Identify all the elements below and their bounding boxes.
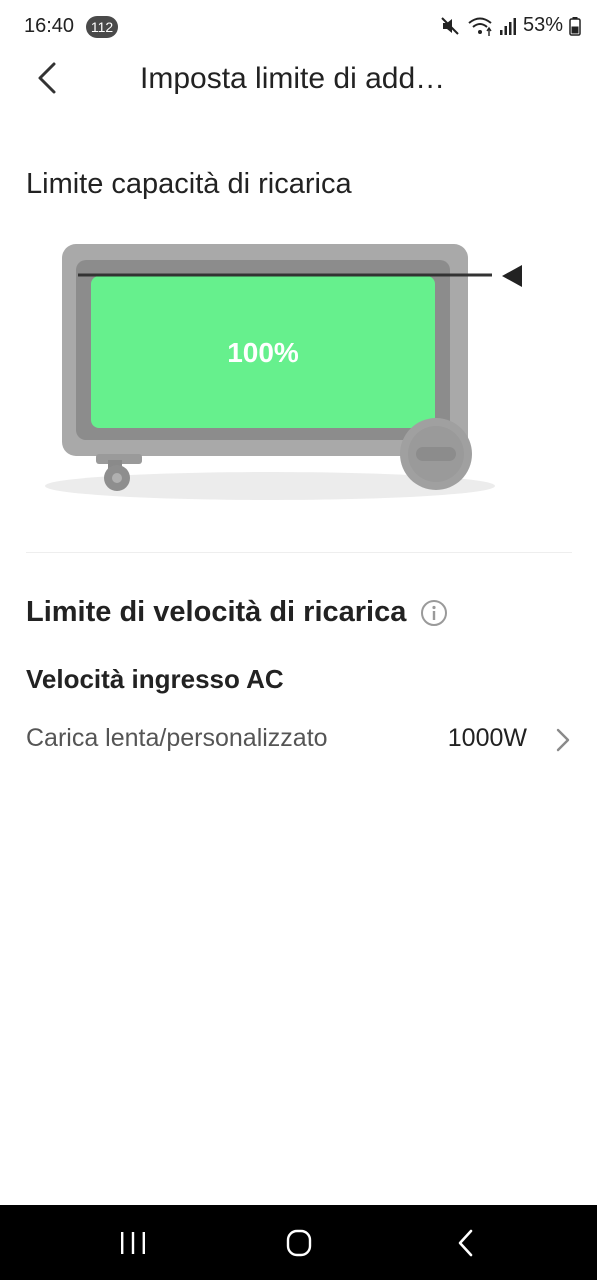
notification-count-badge: 112	[86, 16, 118, 38]
battery-percent: 53%	[522, 14, 563, 36]
capacity-level-label: 100%	[227, 337, 299, 368]
app-bar: Imposta limite di add…	[0, 54, 597, 104]
chevron-right-icon	[556, 728, 570, 752]
capacity-limit-title: Limite capacità di ricarica	[26, 168, 352, 200]
status-bar: 16:40 112 53%	[0, 0, 597, 54]
chevron-left-icon	[38, 62, 56, 94]
ac-speed-mode-label: Carica lenta/personalizzato	[26, 724, 328, 752]
home-icon	[286, 1229, 312, 1257]
recents-button[interactable]	[113, 1227, 153, 1259]
system-back-button[interactable]	[447, 1227, 487, 1259]
recents-icon	[121, 1232, 145, 1254]
back-button[interactable]	[26, 56, 66, 100]
ac-speed-value: 1000W	[447, 724, 527, 752]
limit-handle-icon[interactable]	[502, 265, 522, 287]
system-nav-bar	[0, 1205, 597, 1280]
status-icons: 53%	[439, 14, 581, 37]
battery-illustration: 100%	[40, 228, 560, 518]
status-time: 16:40	[24, 15, 75, 37]
signal-icon	[499, 16, 517, 36]
ac-speed-row[interactable]: Carica lenta/personalizzato 1000W	[0, 712, 597, 768]
battery-icon	[569, 16, 581, 36]
mute-icon	[439, 15, 461, 37]
speed-limit-title: Limite di velocità di ricarica	[26, 596, 407, 628]
speed-limit-title-row: Limite di velocità di ricarica	[26, 596, 448, 629]
section-divider	[26, 552, 572, 553]
wifi-icon	[467, 15, 493, 37]
page-title: Imposta limite di add…	[140, 62, 446, 95]
info-icon[interactable]	[420, 599, 448, 627]
back-icon	[458, 1229, 473, 1257]
ac-input-speed-heading: Velocità ingresso AC	[26, 664, 284, 694]
home-button[interactable]	[279, 1227, 319, 1259]
